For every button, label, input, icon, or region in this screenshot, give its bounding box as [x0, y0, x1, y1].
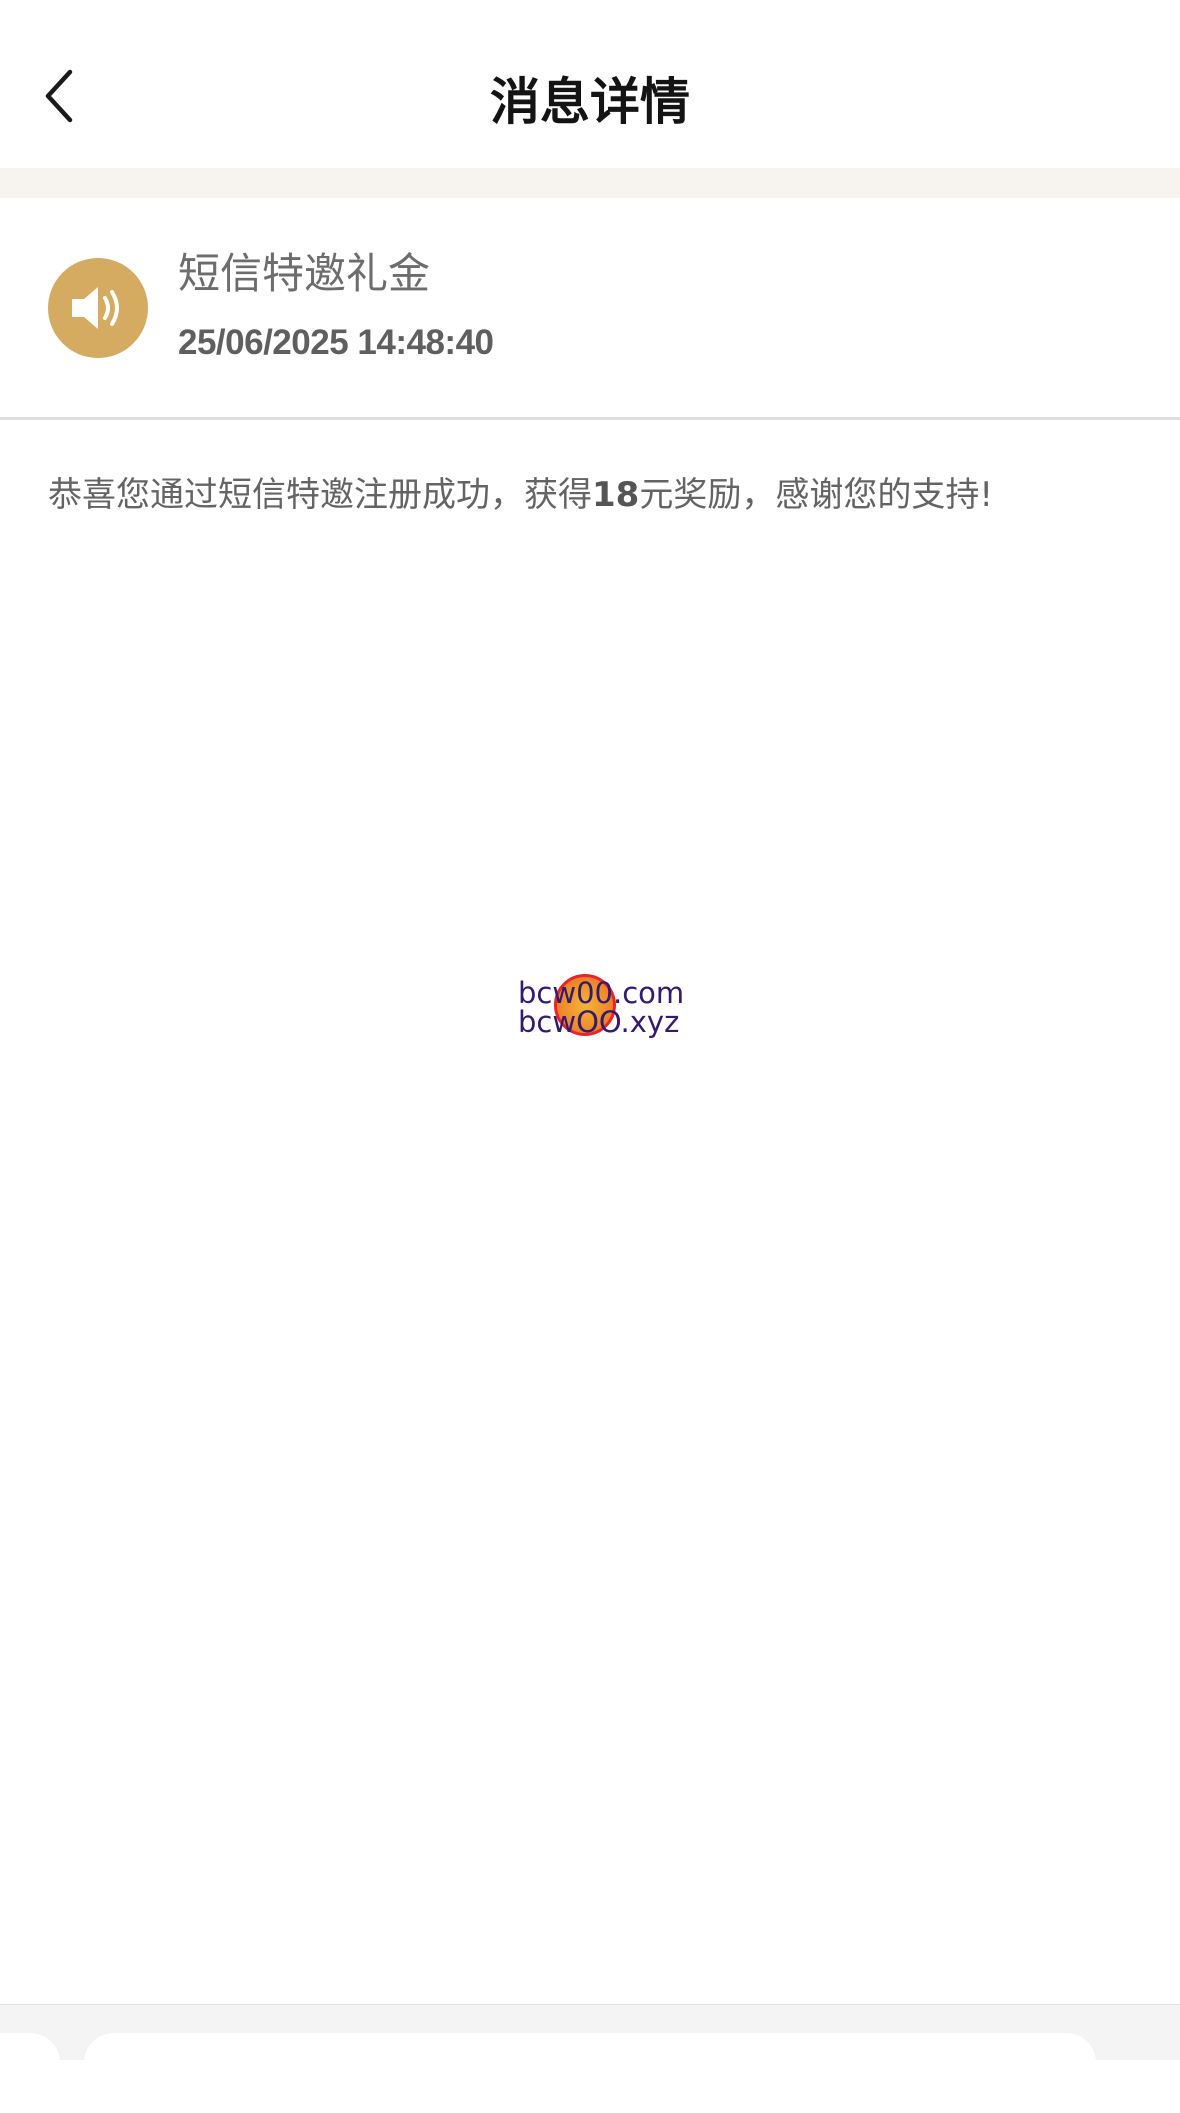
divider [0, 417, 1180, 420]
page-title: 消息详情 [490, 73, 690, 131]
watermark-line-1: bcw00.com [518, 976, 685, 1010]
top-bar: 消息详情 [0, 0, 1180, 168]
message-header: 短信特邀礼金 25/06/2025 14:48:40 [0, 198, 1180, 418]
watermark-line-2: bcwOO.xyz [518, 1005, 680, 1039]
bottom-left-button[interactable] [0, 2033, 60, 2113]
message-title: 短信特邀礼金 [178, 249, 431, 298]
message-body: 恭喜您通过短信特邀注册成功，获得18元奖励，感谢您的支持! [48, 470, 1138, 520]
message-body-prefix: 恭喜您通过短信特邀注册成功，获得 [48, 475, 592, 515]
bottom-bar [0, 2004, 1180, 2113]
message-timestamp: 25/06/2025 14:48:40 [178, 323, 494, 362]
bottom-main-button[interactable] [84, 2033, 1096, 2113]
speaker-icon [48, 258, 148, 358]
section-divider [0, 168, 1180, 198]
message-body-suffix: 元奖励，感谢您的支持! [639, 475, 993, 515]
watermark: bcw00.com bcwOO.xyz [510, 970, 690, 1050]
reward-amount: 18 [592, 475, 640, 515]
